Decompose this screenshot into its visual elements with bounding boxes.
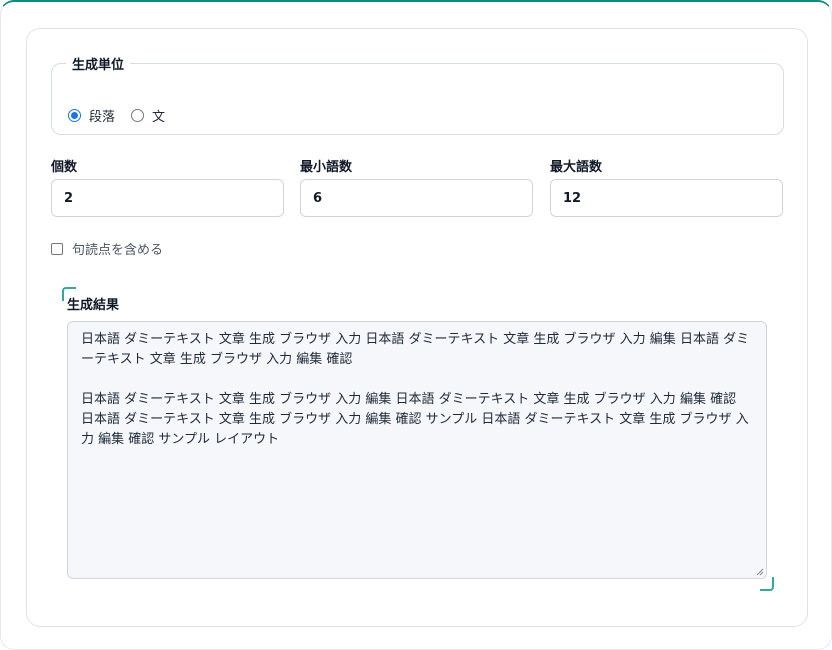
- max-words-label: 最大語数: [550, 160, 603, 175]
- generator-card: 生成単位 段落 文 個数 2 最小語数 6 最大語数 12 句読点を含める 生成…: [26, 28, 808, 627]
- count-label: 個数: [51, 160, 78, 175]
- resize-grip-icon[interactable]: [756, 568, 764, 576]
- punctuation-label: 句読点を含める: [72, 243, 164, 258]
- result-textarea[interactable]: 日本語 ダミーテキスト 文章 生成 ブラウザ 入力 日本語 ダミーテキスト 文章…: [67, 321, 767, 579]
- result-paragraph-2: 日本語 ダミーテキスト 文章 生成 ブラウザ 入力 編集 日本語 ダミーテキスト…: [81, 392, 749, 447]
- focus-corner-bottom-right: [760, 577, 774, 591]
- unit-option-paragraph-label: 段落: [89, 110, 116, 125]
- radio-sentence[interactable]: [131, 109, 145, 122]
- min-words-label: 最小語数: [300, 160, 353, 175]
- min-words-field-group: 最小語数 6: [300, 156, 533, 217]
- unit-fieldset: 生成単位 段落 文: [51, 54, 784, 135]
- result-paragraph-1: 日本語 ダミーテキスト 文章 生成 ブラウザ 入力 日本語 ダミーテキスト 文章…: [81, 332, 750, 367]
- unit-radio-group: 段落 文: [68, 106, 181, 125]
- max-words-field-group: 最大語数 12: [550, 156, 783, 217]
- radio-paragraph[interactable]: [68, 109, 81, 122]
- count-input[interactable]: 2: [51, 179, 284, 217]
- unit-legend: 生成単位: [72, 58, 125, 73]
- min-words-input[interactable]: 6: [300, 179, 533, 217]
- max-words-input[interactable]: 12: [550, 179, 783, 217]
- app-frame: 生成単位 段落 文 個数 2 最小語数 6 最大語数 12 句読点を含める 生成…: [0, 0, 832, 650]
- unit-option-paragraph[interactable]: 段落: [68, 106, 115, 125]
- result-label: 生成結果: [67, 298, 120, 313]
- punctuation-toggle[interactable]: 句読点を含める: [51, 239, 163, 258]
- unit-option-sentence[interactable]: 文: [131, 106, 165, 125]
- count-field-group: 個数 2: [51, 156, 284, 217]
- punctuation-checkbox[interactable]: [51, 242, 63, 255]
- unit-option-sentence-label: 文: [152, 110, 166, 125]
